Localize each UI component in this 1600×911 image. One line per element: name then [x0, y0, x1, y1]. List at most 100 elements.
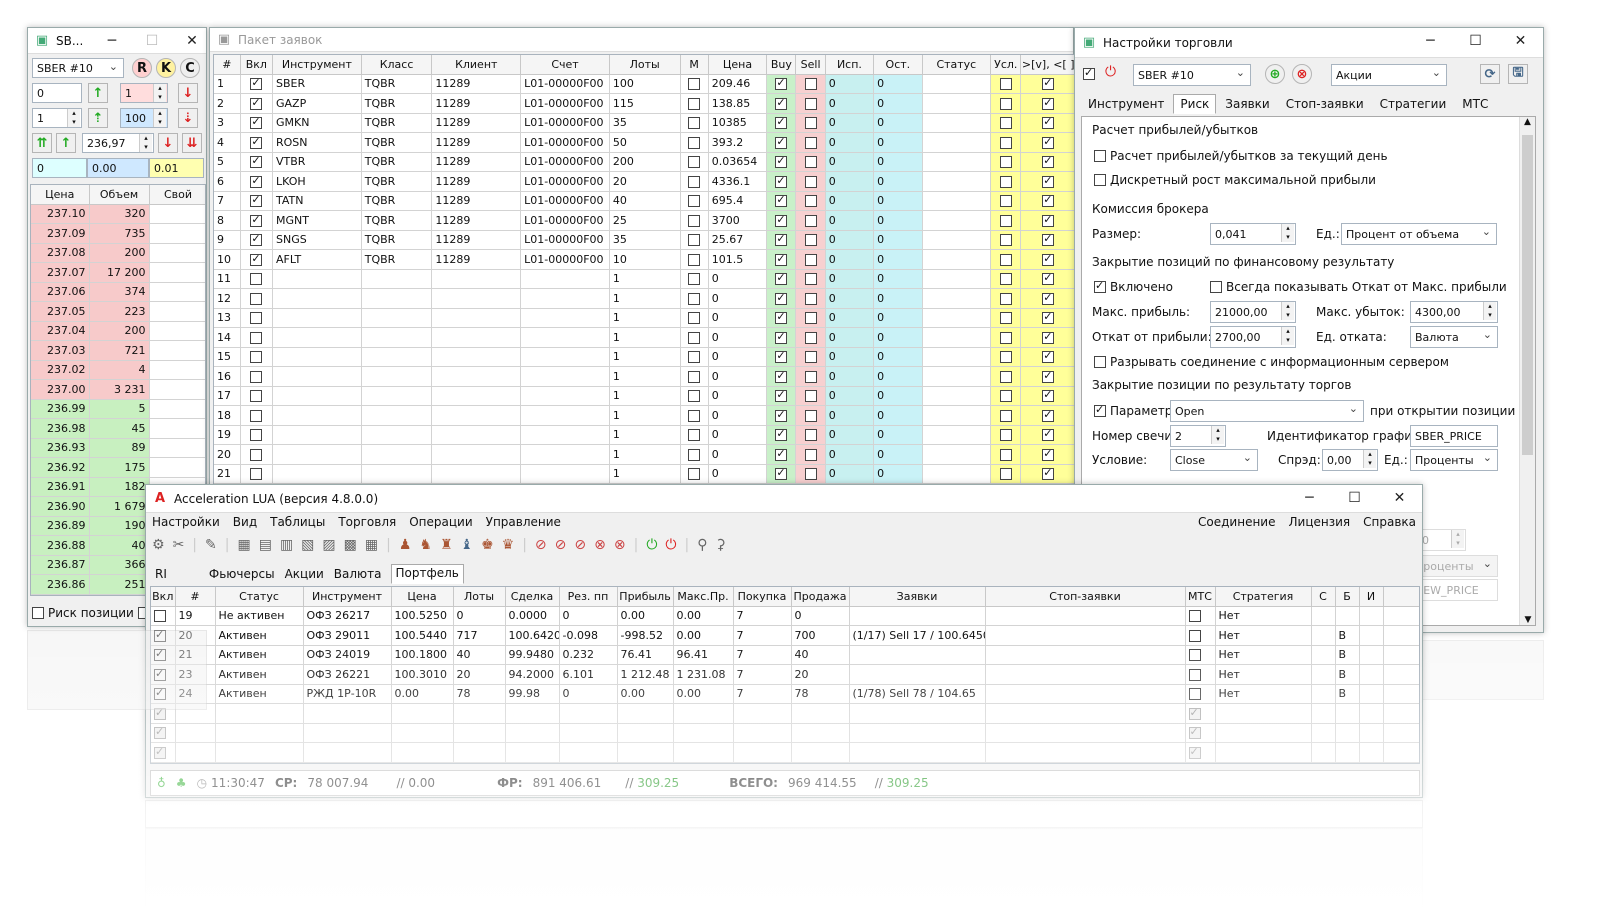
- buy-cell[interactable]: [766, 386, 797, 406]
- toggle-cell[interactable]: [1020, 171, 1074, 192]
- enabled-checkbox[interactable]: [250, 174, 263, 188]
- k-button[interactable]: K: [156, 58, 176, 78]
- start-icon[interactable]: ⏻: [646, 537, 657, 553]
- buy-cell[interactable]: [766, 113, 797, 133]
- enabled-cell[interactable]: [240, 444, 273, 465]
- enabled-checkbox[interactable]: [250, 448, 263, 461]
- enabled-cell[interactable]: [240, 210, 273, 231]
- condition-cell[interactable]: [990, 113, 1022, 133]
- condition-checkbox[interactable]: [999, 273, 1012, 286]
- condition-cell[interactable]: [990, 464, 1022, 484]
- toggle-checkbox[interactable]: [1042, 115, 1055, 130]
- column-header[interactable]: #: [214, 55, 241, 75]
- empty-mts-checkbox[interactable]: [1188, 706, 1201, 720]
- toggle-cell[interactable]: [1020, 269, 1074, 289]
- sell-cell[interactable]: [795, 210, 826, 231]
- condition-cell[interactable]: [990, 74, 1022, 94]
- condition-checkbox[interactable]: [999, 214, 1012, 227]
- toggle-cell[interactable]: [1020, 152, 1074, 172]
- toggle-checkbox[interactable]: [1042, 291, 1055, 305]
- sell-cell[interactable]: [795, 230, 826, 250]
- sell-checkbox[interactable]: [804, 409, 817, 422]
- table-icon[interactable]: ▦: [237, 537, 250, 553]
- menu-item[interactable]: Лицензия: [1289, 515, 1351, 529]
- tab-strategies[interactable]: Стратегии: [1373, 94, 1454, 114]
- condition-checkbox[interactable]: [999, 234, 1012, 247]
- enabled-checkbox[interactable]: [250, 409, 263, 422]
- buy-cell[interactable]: [766, 405, 797, 426]
- toggle-cell[interactable]: [1020, 386, 1074, 406]
- toggle-checkbox[interactable]: [1042, 154, 1055, 169]
- table-red-icon[interactable]: ▨: [322, 537, 335, 553]
- sell-cell[interactable]: [795, 191, 826, 211]
- condition-checkbox[interactable]: [999, 429, 1012, 442]
- m-checkbox[interactable]: [688, 136, 701, 149]
- enabled-checkbox[interactable]: [250, 468, 263, 481]
- sell-cell[interactable]: [795, 405, 826, 426]
- tab-portfolio[interactable]: Портфель: [390, 564, 464, 584]
- order-row[interactable]: 1 SBERTQBR11289L01-00000F00100 209.46 00: [214, 74, 1074, 94]
- condition-cell[interactable]: [990, 230, 1022, 250]
- sell-checkbox[interactable]: [804, 214, 817, 227]
- buy-cell[interactable]: [766, 249, 797, 270]
- size-input[interactable]: 0,041: [1210, 223, 1296, 245]
- order-icon-2[interactable]: ♞: [419, 537, 432, 553]
- tab-stocks[interactable]: Акции: [284, 564, 325, 584]
- condition-checkbox[interactable]: [999, 312, 1012, 325]
- power-icon[interactable]: ⏻: [1105, 64, 1116, 80]
- column-header[interactable]: Buy: [766, 55, 797, 75]
- condition-cell[interactable]: [990, 386, 1022, 406]
- enabled-checkbox[interactable]: [250, 232, 263, 247]
- minimize-icon[interactable]: ─: [1287, 485, 1332, 511]
- mts-checkbox[interactable]: [1188, 688, 1201, 701]
- cancel-icon-1[interactable]: ⊘: [535, 537, 547, 553]
- m-checkbox[interactable]: [688, 195, 701, 208]
- stop-icon[interactable]: ⏻: [665, 537, 676, 553]
- condition-cell[interactable]: [990, 308, 1022, 328]
- buy-checkbox[interactable]: [775, 291, 788, 305]
- condition-cell[interactable]: [990, 405, 1022, 426]
- m-cell[interactable]: [680, 210, 709, 231]
- sell-cell[interactable]: [795, 347, 826, 367]
- order-icon-4[interactable]: ♝: [461, 537, 474, 553]
- menu-item[interactable]: Управление: [486, 515, 561, 529]
- m-cell[interactable]: [680, 152, 709, 172]
- buy-cell[interactable]: [766, 152, 797, 172]
- enabled-checkbox[interactable]: [250, 351, 263, 364]
- mts-checkbox[interactable]: [1188, 610, 1201, 623]
- enabled-checkbox[interactable]: [250, 312, 263, 325]
- enabled-cell[interactable]: [240, 366, 273, 387]
- enabled-cell[interactable]: [240, 464, 273, 484]
- disconnect-checkbox[interactable]: [1094, 356, 1106, 368]
- column-header[interactable]: Объем: [89, 185, 150, 205]
- column-header[interactable]: Цена: [708, 55, 768, 75]
- m-checkbox[interactable]: [688, 78, 701, 91]
- book-row[interactable]: 236.93 89: [31, 438, 205, 458]
- book-row[interactable]: 237.05 223: [31, 301, 205, 322]
- max-loss-input[interactable]: 4300,00: [1410, 301, 1498, 323]
- m-cell[interactable]: [680, 327, 709, 348]
- book-row[interactable]: 237.09 735: [31, 223, 205, 244]
- mts-checkbox[interactable]: [1188, 668, 1201, 681]
- table-ft-icon[interactable]: ▧: [301, 537, 314, 553]
- m-checkbox[interactable]: [688, 409, 701, 422]
- enabled-checkbox[interactable]: [250, 252, 263, 266]
- column-header[interactable]: Вкл: [151, 587, 176, 607]
- book-row[interactable]: 237.08 200: [31, 243, 205, 263]
- buy-checkbox[interactable]: [775, 408, 788, 422]
- m-cell[interactable]: [680, 288, 709, 309]
- column-header[interactable]: >[v], <[ ]: [1020, 55, 1074, 75]
- cancel-icon-2[interactable]: ⊘: [555, 537, 567, 553]
- arrow-down-icon[interactable]: ↓: [178, 83, 198, 103]
- rollback-unit-select[interactable]: Валюта: [1410, 326, 1498, 348]
- enabled-cell[interactable]: [240, 288, 273, 309]
- toggle-checkbox[interactable]: [1042, 369, 1055, 383]
- maximize-icon[interactable]: ☐: [1453, 28, 1498, 54]
- buy-cell[interactable]: [766, 191, 797, 211]
- quote-price-input[interactable]: 236,97: [82, 133, 154, 153]
- sell-checkbox[interactable]: [804, 351, 817, 364]
- buy-cell[interactable]: [766, 308, 797, 328]
- buy-checkbox[interactable]: [775, 213, 788, 227]
- enabled-cell[interactable]: [240, 386, 273, 406]
- toggle-cell[interactable]: [1020, 93, 1074, 114]
